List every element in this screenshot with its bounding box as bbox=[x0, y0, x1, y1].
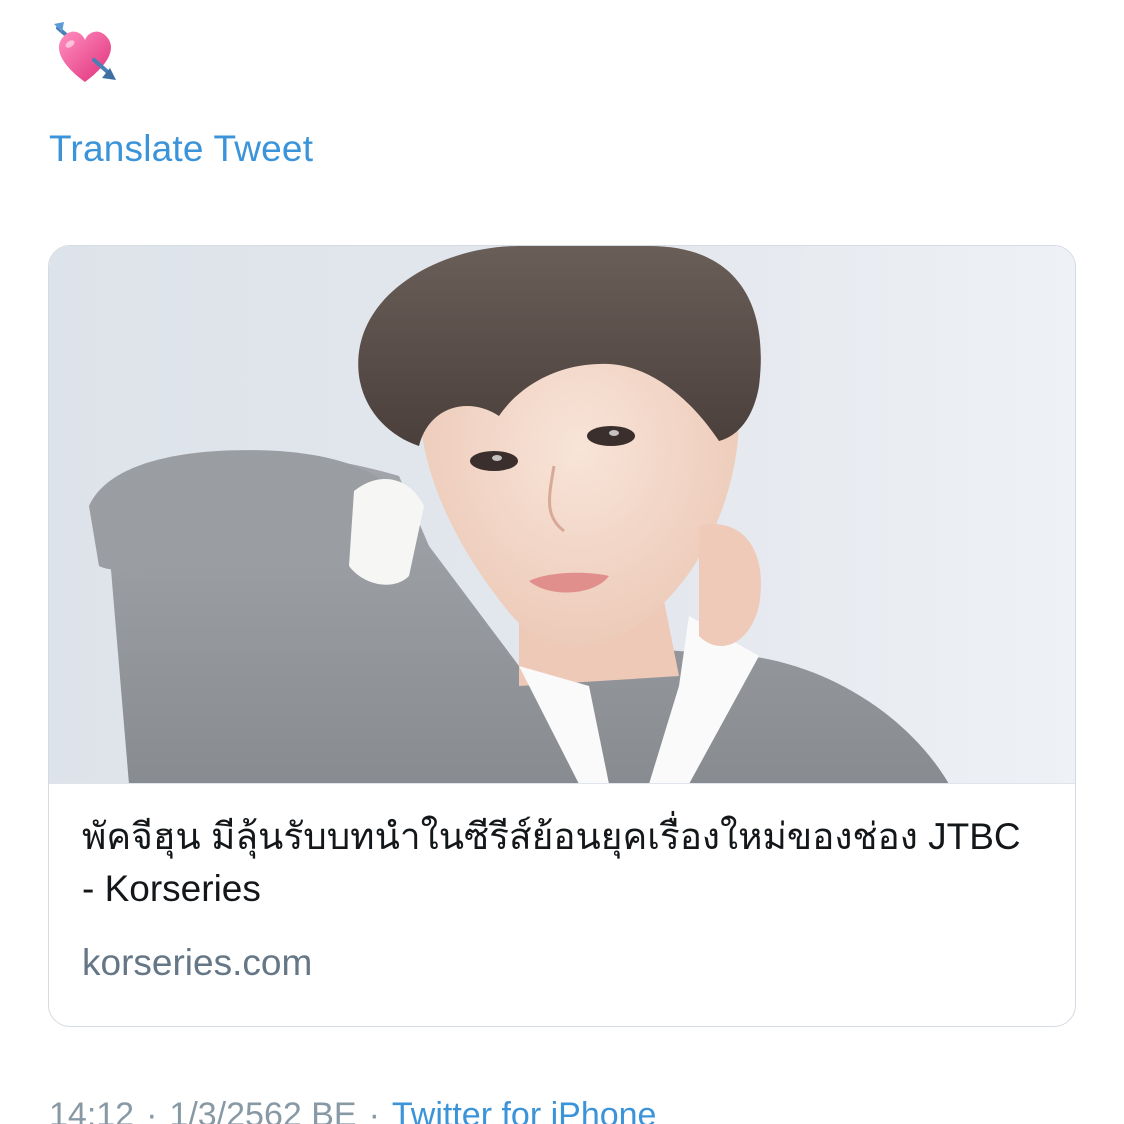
card-image bbox=[49, 246, 1075, 784]
heart-with-arrow-icon bbox=[50, 18, 120, 88]
tweet-date: 1/3/2562 BE bbox=[169, 1096, 357, 1124]
tweet-source-link[interactable]: Twitter for iPhone bbox=[392, 1096, 657, 1124]
tweet-time: 14:12 bbox=[49, 1096, 135, 1124]
tweet-meta: 14:12 · 1/3/2562 BE · Twitter for iPhone bbox=[49, 1096, 656, 1124]
meta-separator: · bbox=[146, 1096, 158, 1124]
meta-separator: · bbox=[368, 1096, 380, 1124]
translate-tweet-link[interactable]: Translate Tweet bbox=[49, 128, 313, 170]
link-preview-card[interactable]: พัคจีฮุน มีลุ้นรับบทนำในซีรีส์ย้อนยุคเรื… bbox=[48, 245, 1076, 1027]
card-title: พัคจีฮุน มีลุ้นรับบทนำในซีรีส์ย้อนยุคเรื… bbox=[82, 816, 1021, 909]
tweet-detail: Translate Tweet พัคจีฮุน มีลุ้นรับบทนำใน… bbox=[0, 0, 1124, 1124]
card-domain: korseries.com bbox=[82, 942, 313, 983]
